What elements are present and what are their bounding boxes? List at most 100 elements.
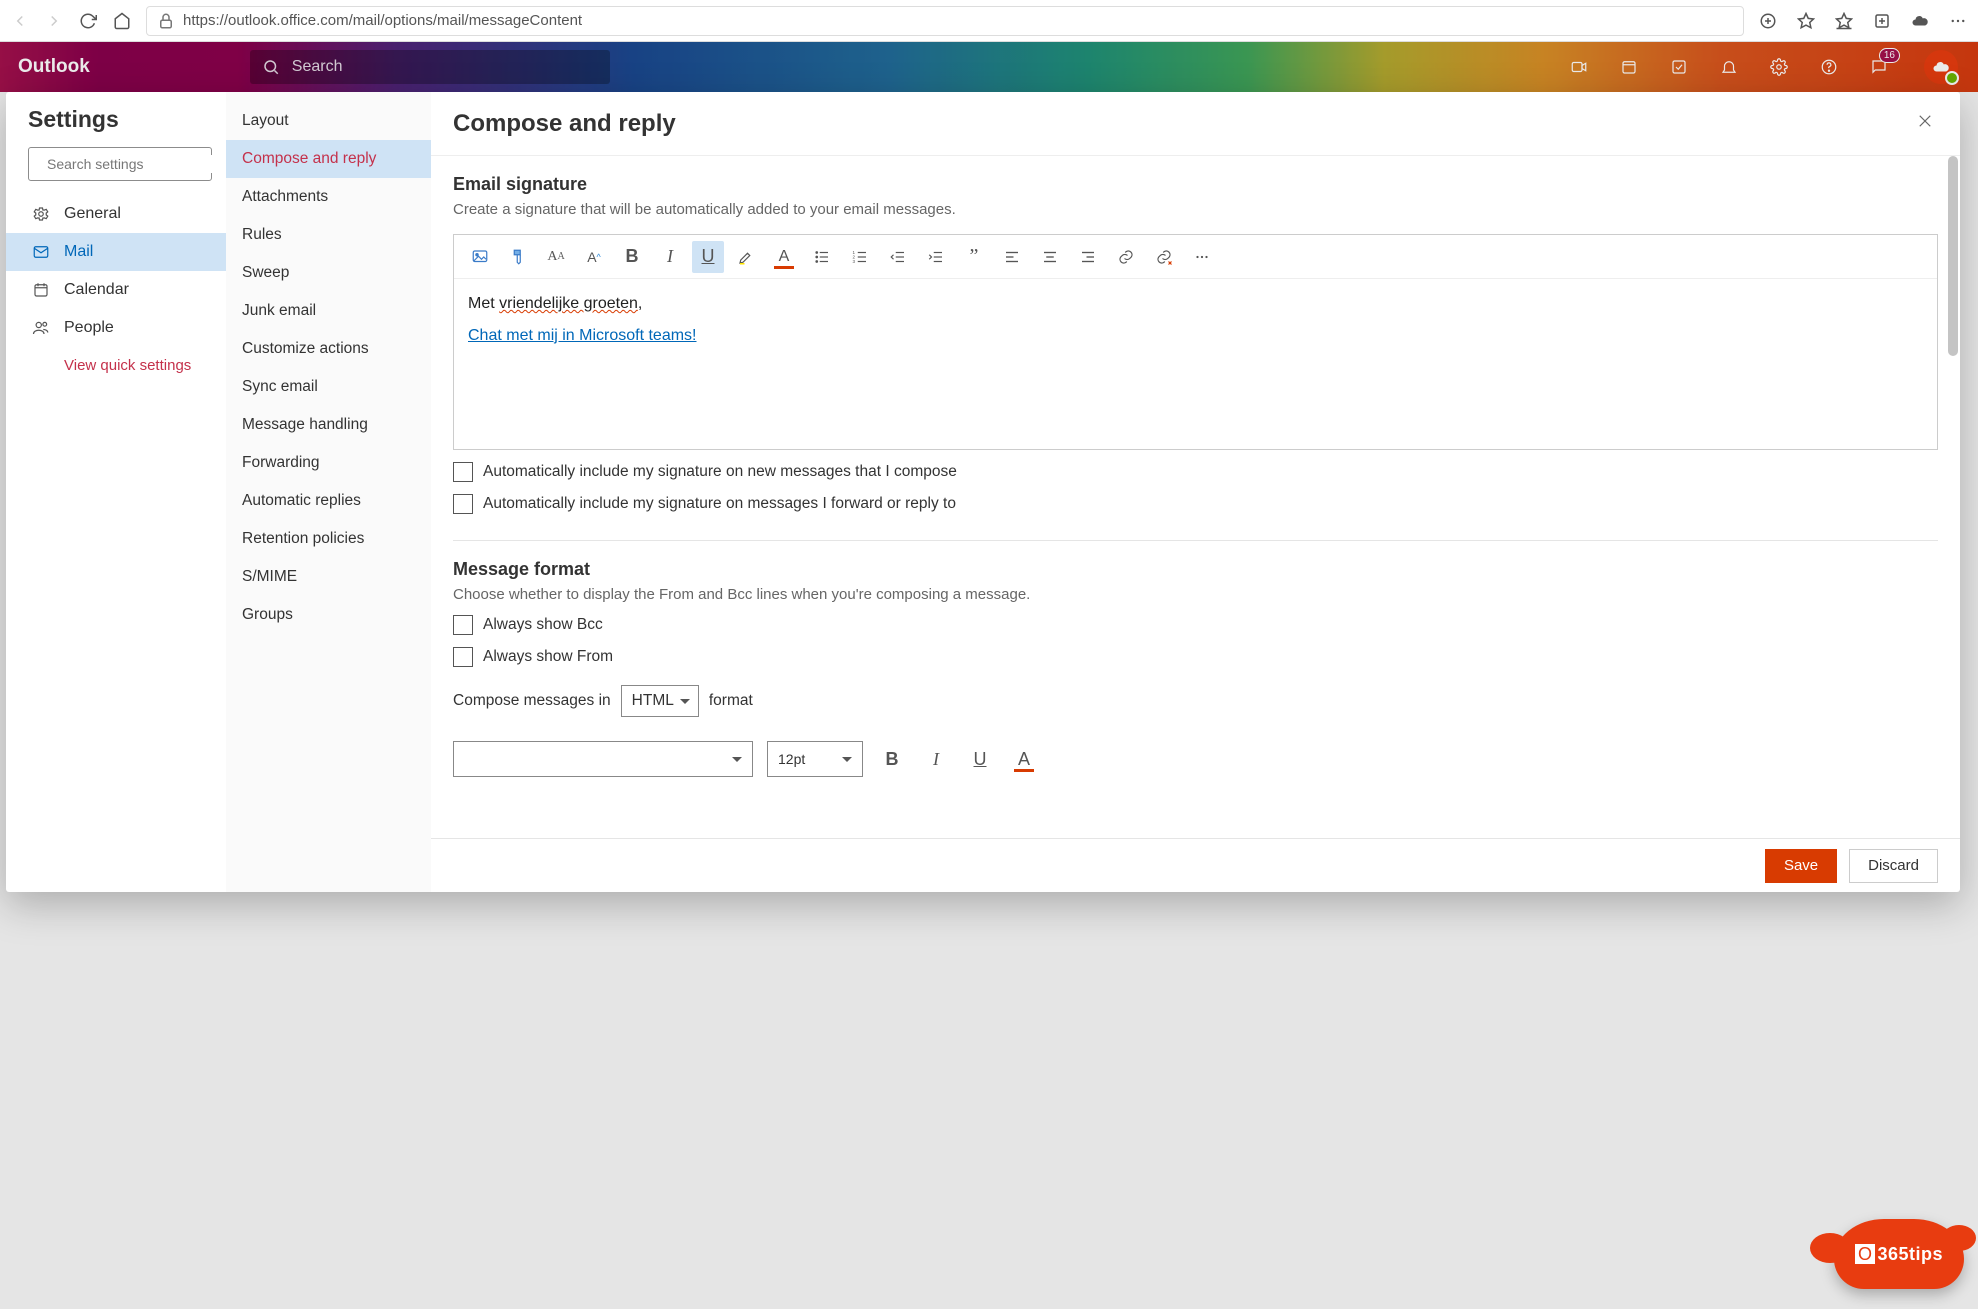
bullet-list-icon[interactable] [806, 241, 838, 273]
format-painter-icon[interactable] [502, 241, 534, 273]
favorite-icon[interactable] [1796, 11, 1816, 31]
subnav-automatic-replies[interactable]: Automatic replies [226, 482, 431, 520]
scrollbar-thumb[interactable] [1948, 156, 1958, 356]
settings-search[interactable] [28, 147, 212, 181]
settings-search-input[interactable] [45, 155, 230, 173]
subnav-retention-policies[interactable]: Retention policies [226, 520, 431, 558]
compose-format-select[interactable]: HTML [621, 685, 699, 717]
search-icon [262, 58, 280, 76]
view-quick-settings-link[interactable]: View quick settings [6, 347, 226, 374]
signature-textarea[interactable]: Met vriendelijke groeten, Chat met mij i… [454, 279, 1937, 449]
subnav-groups[interactable]: Groups [226, 596, 431, 634]
close-button[interactable] [1912, 108, 1938, 139]
subnav-rules[interactable]: Rules [226, 216, 431, 254]
align-right-icon[interactable] [1072, 241, 1104, 273]
profile-cloud-icon[interactable] [1910, 11, 1930, 31]
collections-icon[interactable] [1872, 11, 1892, 31]
my-day-icon[interactable] [1618, 56, 1640, 78]
browser-right-icons [1758, 11, 1968, 31]
activity-icon[interactable]: 16 [1868, 56, 1890, 78]
notifications-icon[interactable] [1718, 56, 1740, 78]
subnav-smime[interactable]: S/MIME [226, 558, 431, 596]
global-search-input[interactable] [290, 57, 598, 77]
more-formatting-icon[interactable] [1186, 241, 1218, 273]
checkbox-label: Automatically include my signature on ne… [483, 463, 957, 481]
align-center-icon[interactable] [1034, 241, 1066, 273]
home-button[interactable] [112, 11, 132, 31]
font-color-icon[interactable]: A [768, 241, 800, 273]
subnav-compose-reply[interactable]: Compose and reply [226, 140, 431, 178]
checkbox-icon[interactable] [453, 462, 473, 482]
refresh-button[interactable] [78, 11, 98, 31]
discard-button[interactable]: Discard [1849, 849, 1938, 883]
checkbox-icon[interactable] [453, 647, 473, 667]
category-mail[interactable]: Mail [6, 233, 226, 271]
mail-icon [32, 243, 50, 261]
signature-teams-link[interactable]: Chat met mij in Microsoft teams! [468, 327, 697, 344]
save-button[interactable]: Save [1765, 849, 1837, 883]
checkbox-icon[interactable] [453, 615, 473, 635]
svg-text:3: 3 [853, 259, 856, 264]
todo-icon[interactable] [1668, 56, 1690, 78]
font-icon[interactable]: AA [540, 241, 572, 273]
number-list-icon[interactable]: 123 [844, 241, 876, 273]
font-family-select[interactable] [453, 741, 753, 777]
compose-prefix-label: Compose messages in [453, 692, 611, 710]
scrollbar[interactable] [1948, 156, 1958, 838]
o365tips-watermark: O365tips [1834, 1219, 1964, 1289]
activity-badge: 16 [1879, 48, 1900, 63]
more-icon[interactable] [1948, 11, 1968, 31]
category-calendar[interactable]: Calendar [6, 271, 226, 309]
app-brand[interactable]: Outlook [18, 56, 90, 78]
category-label: Calendar [64, 281, 129, 299]
address-bar[interactable]: https://outlook.office.com/mail/options/… [146, 6, 1744, 36]
default-font-row: 12pt B I U A [453, 741, 1938, 777]
subnav-sweep[interactable]: Sweep [226, 254, 431, 292]
checkbox-label: Always show From [483, 648, 613, 666]
underline-icon[interactable]: U [692, 241, 724, 273]
subnav-layout[interactable]: Layout [226, 102, 431, 140]
category-general[interactable]: General [6, 195, 226, 233]
settings-subnav: Layout Compose and reply Attachments Rul… [226, 92, 431, 892]
global-search[interactable] [250, 50, 610, 84]
align-left-icon[interactable] [996, 241, 1028, 273]
subnav-forwarding[interactable]: Forwarding [226, 444, 431, 482]
lock-icon [157, 12, 175, 30]
quote-icon[interactable]: ” [958, 241, 990, 273]
subnav-customize-actions[interactable]: Customize actions [226, 330, 431, 368]
default-font-color-icon[interactable]: A [1009, 744, 1039, 774]
subnav-message-handling[interactable]: Message handling [226, 406, 431, 444]
indent-icon[interactable] [920, 241, 952, 273]
default-bold-icon[interactable]: B [877, 744, 907, 774]
outdent-icon[interactable] [882, 241, 914, 273]
category-people[interactable]: People [6, 309, 226, 347]
checkbox-signature-reply[interactable]: Automatically include my signature on me… [453, 494, 1938, 514]
subnav-attachments[interactable]: Attachments [226, 178, 431, 216]
checkbox-show-from[interactable]: Always show From [453, 647, 1938, 667]
insert-link-icon[interactable] [1110, 241, 1142, 273]
content-scroll[interactable]: Email signature Create a signature that … [431, 155, 1960, 838]
checkbox-signature-new[interactable]: Automatically include my signature on ne… [453, 462, 1938, 482]
meet-now-icon[interactable] [1568, 56, 1590, 78]
insert-image-icon[interactable] [464, 241, 496, 273]
subnav-junk-email[interactable]: Junk email [226, 292, 431, 330]
checkbox-show-bcc[interactable]: Always show Bcc [453, 615, 1938, 635]
highlight-icon[interactable] [730, 241, 762, 273]
avatar[interactable] [1924, 50, 1958, 84]
default-underline-icon[interactable]: U [965, 744, 995, 774]
people-icon [32, 319, 50, 337]
font-size-select[interactable]: 12pt [767, 741, 863, 777]
default-italic-icon[interactable]: I [921, 744, 951, 774]
italic-icon[interactable]: I [654, 241, 686, 273]
format-heading: Message format [453, 559, 1938, 580]
remove-link-icon[interactable] [1148, 241, 1180, 273]
subnav-sync-email[interactable]: Sync email [226, 368, 431, 406]
help-icon[interactable] [1818, 56, 1840, 78]
bold-icon[interactable]: B [616, 241, 648, 273]
add-tab-icon[interactable] [1758, 11, 1778, 31]
checkbox-icon[interactable] [453, 494, 473, 514]
category-label: People [64, 319, 114, 337]
favorites-bar-icon[interactable] [1834, 11, 1854, 31]
font-size-icon[interactable]: A^ [578, 241, 610, 273]
settings-icon[interactable] [1768, 56, 1790, 78]
